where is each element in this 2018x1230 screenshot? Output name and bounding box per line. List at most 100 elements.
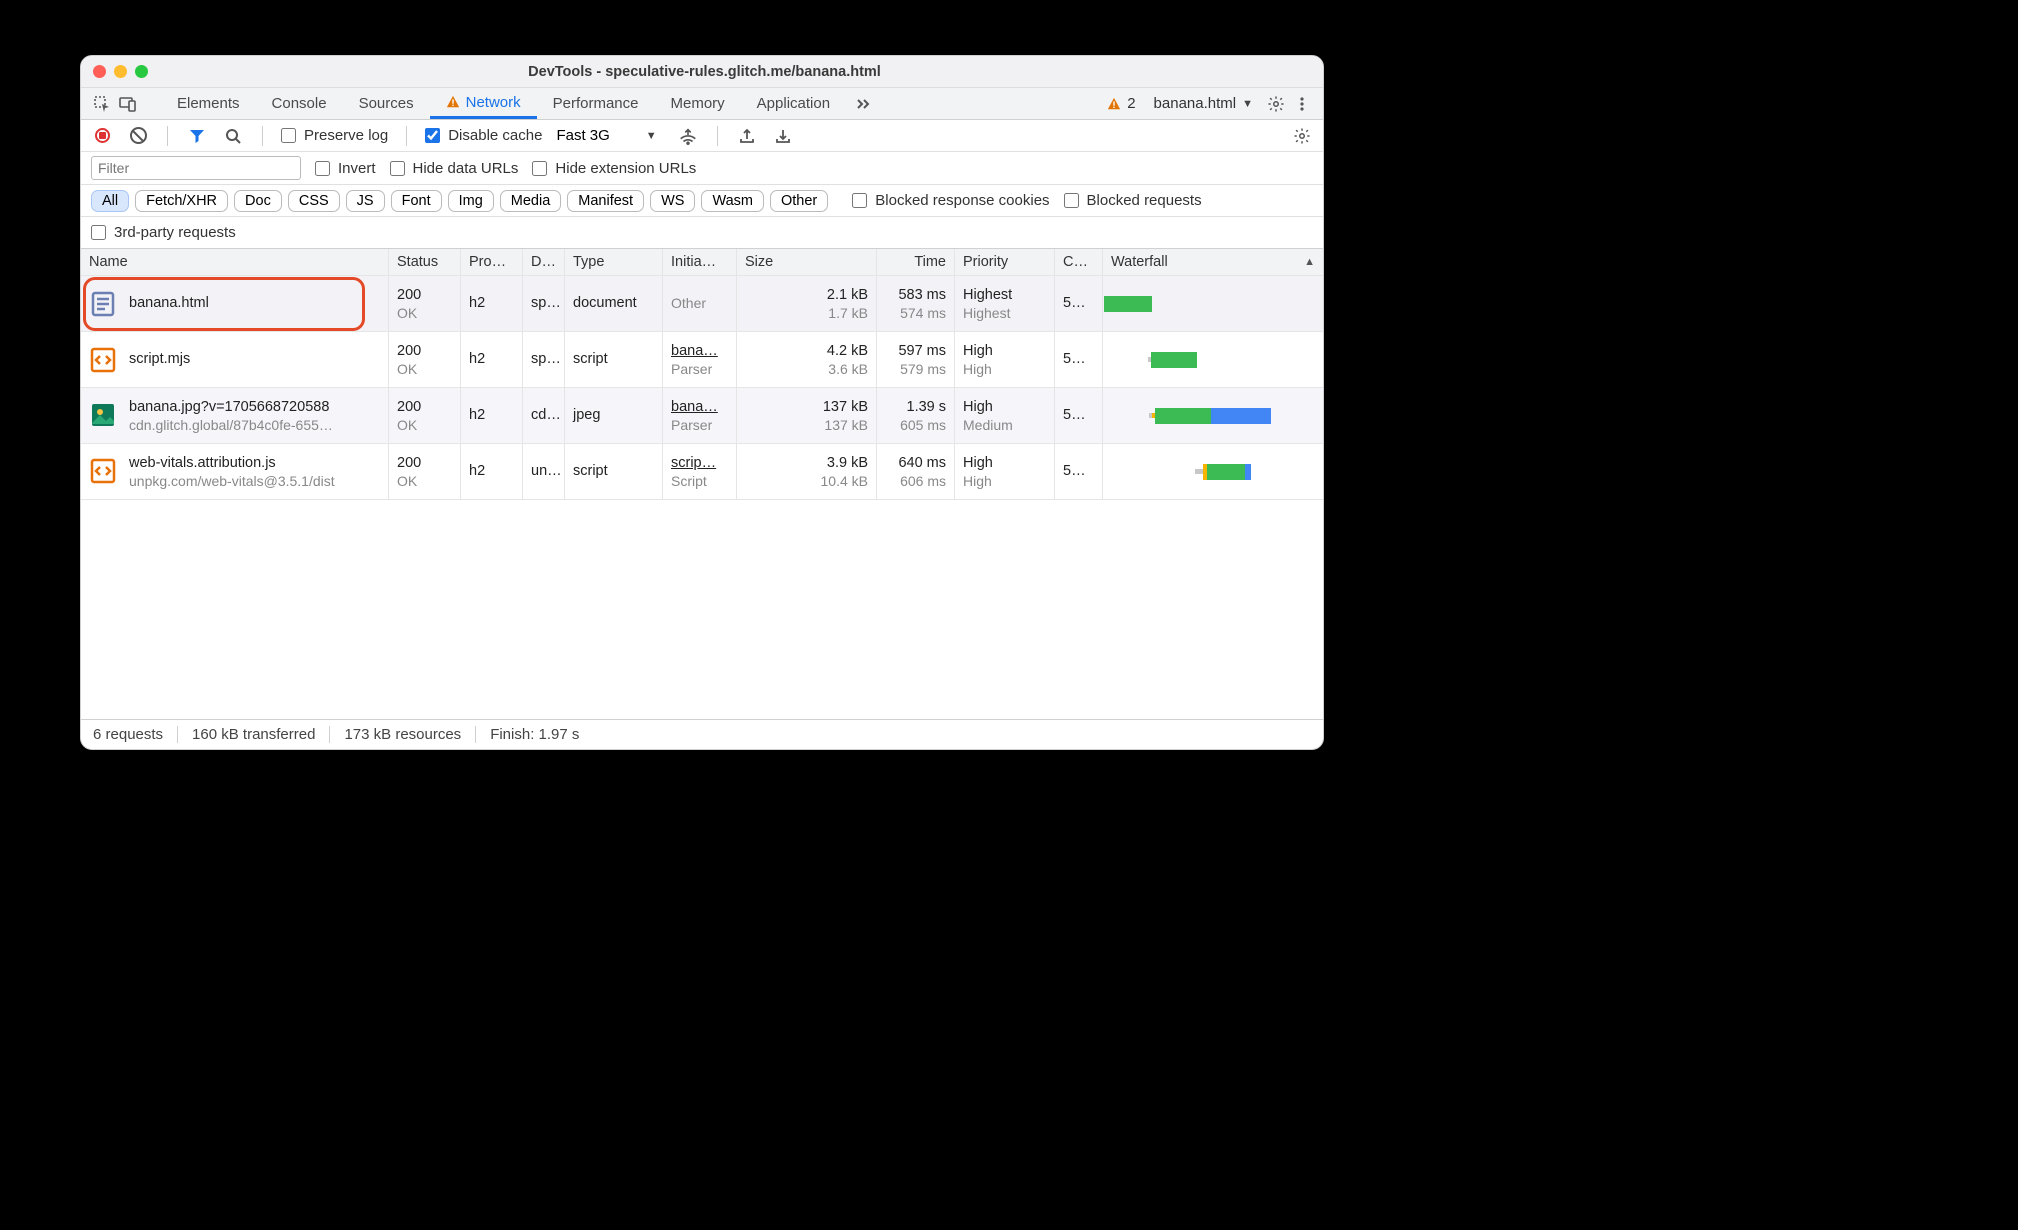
search-icon[interactable] [222, 125, 244, 147]
requests-grid: Name Status Pro… D… Type Initia… Size Ti… [81, 249, 1323, 719]
tab-console[interactable]: Console [256, 88, 343, 119]
type-filter-img[interactable]: Img [448, 190, 494, 212]
status-footer: 6 requests 160 kB transferred 173 kB res… [81, 719, 1323, 749]
type-filter-fetchxhr[interactable]: Fetch/XHR [135, 190, 228, 212]
col-type[interactable]: Type [565, 249, 663, 275]
record-button[interactable] [91, 125, 113, 147]
request-name: script.mjs [129, 350, 190, 369]
titlebar: DevTools - speculative-rules.glitch.me/b… [81, 56, 1323, 88]
preserve-log-checkbox[interactable]: Preserve log [281, 127, 388, 144]
filter-toolbar: Invert Hide data URLs Hide extension URL… [81, 152, 1323, 185]
col-size[interactable]: Size [737, 249, 877, 275]
third-party-checkbox[interactable]: 3rd-party requests [91, 224, 236, 241]
zoom-window-button[interactable] [135, 65, 148, 78]
type-filter-media[interactable]: Media [500, 190, 562, 212]
hide-extension-urls-checkbox[interactable]: Hide extension URLs [532, 160, 696, 177]
devtools-window: DevTools - speculative-rules.glitch.me/b… [80, 55, 1324, 750]
col-domain[interactable]: D… [523, 249, 565, 275]
col-name[interactable]: Name [81, 249, 389, 275]
export-har-icon[interactable] [736, 125, 758, 147]
initiator-link[interactable]: bana… [671, 342, 728, 361]
chevron-down-icon: ▼ [1242, 98, 1253, 110]
type-filter-wasm[interactable]: Wasm [701, 190, 764, 212]
col-connection[interactable]: C… [1055, 249, 1103, 275]
tab-network[interactable]: Network [430, 88, 537, 119]
request-row[interactable]: script.mjs200OKh2sp…scriptbana…Parser4.2… [81, 332, 1323, 388]
request-name: banana.jpg?v=1705668720588 [129, 398, 333, 417]
footer-transferred: 160 kB transferred [178, 726, 330, 743]
initiator-link[interactable]: scrip… [671, 454, 728, 473]
settings-gear-icon[interactable] [1265, 93, 1287, 115]
initiator-link[interactable]: bana… [671, 398, 728, 417]
device-toolbar-icon[interactable] [117, 93, 139, 115]
waterfall-cell [1103, 444, 1323, 499]
close-window-button[interactable] [93, 65, 106, 78]
window-controls [93, 65, 148, 78]
footer-finish: Finish: 1.97 s [476, 726, 593, 743]
footer-requests: 6 requests [93, 726, 178, 743]
tab-memory[interactable]: Memory [655, 88, 741, 119]
type-filter-doc[interactable]: Doc [234, 190, 282, 212]
blocked-requests-checkbox[interactable]: Blocked requests [1064, 192, 1202, 209]
type-filter-manifest[interactable]: Manifest [567, 190, 644, 212]
hide-data-urls-checkbox[interactable]: Hide data URLs [390, 160, 519, 177]
throttling-selector[interactable]: Fast 3G▼ [556, 127, 662, 144]
request-row[interactable]: banana.jpg?v=1705668720588cdn.glitch.glo… [81, 388, 1323, 444]
disable-cache-checkbox[interactable]: Disable cache [425, 127, 542, 144]
target-context-selector[interactable]: banana.html▼ [1154, 95, 1253, 112]
file-type-icon [89, 401, 117, 429]
grid-header: Name Status Pro… D… Type Initia… Size Ti… [81, 249, 1323, 276]
file-type-icon [89, 346, 117, 374]
tab-application[interactable]: Application [741, 88, 846, 119]
filter-input[interactable] [91, 156, 301, 180]
import-har-icon[interactable] [772, 125, 794, 147]
filter-funnel-icon[interactable] [186, 125, 208, 147]
request-name: banana.html [129, 294, 209, 313]
grid-body: banana.html200OKh2sp…documentOther2.1 kB… [81, 276, 1323, 500]
chevron-down-icon: ▼ [646, 130, 657, 142]
invert-checkbox[interactable]: Invert [315, 160, 376, 177]
footer-resources: 173 kB resources [330, 726, 476, 743]
request-row[interactable]: banana.html200OKh2sp…documentOther2.1 kB… [81, 276, 1323, 332]
col-time[interactable]: Time [877, 249, 955, 275]
network-conditions-icon[interactable] [677, 125, 699, 147]
col-initiator[interactable]: Initia… [663, 249, 737, 275]
file-type-icon [89, 290, 117, 318]
warning-icon [1107, 97, 1121, 111]
type-filter-all[interactable]: All [91, 190, 129, 212]
col-priority[interactable]: Priority [955, 249, 1055, 275]
col-waterfall[interactable]: Waterfall▲ [1103, 249, 1323, 275]
file-type-icon [89, 457, 117, 485]
type-filter-row: All Fetch/XHR Doc CSS JS Font Img MediaManifest… [81, 185, 1323, 217]
col-protocol[interactable]: Pro… [461, 249, 523, 275]
window-title: DevTools - speculative-rules.glitch.me/b… [148, 64, 1261, 80]
blocked-response-cookies-checkbox[interactable]: Blocked response cookies [852, 192, 1049, 209]
type-filter-css[interactable]: CSS [288, 190, 340, 212]
more-options-kebab-icon[interactable] [1291, 93, 1313, 115]
col-status[interactable]: Status [389, 249, 461, 275]
minimize-window-button[interactable] [114, 65, 127, 78]
request-row[interactable]: web-vitals.attribution.jsunpkg.com/web-v… [81, 444, 1323, 500]
type-filter-ws[interactable]: WS [650, 190, 695, 212]
issue-counter[interactable]: 2 [1107, 95, 1135, 112]
waterfall-cell [1103, 388, 1323, 443]
type-filter-other[interactable]: Other [770, 190, 828, 212]
type-filter-font[interactable]: Font [391, 190, 442, 212]
waterfall-cell [1103, 276, 1323, 331]
tab-performance[interactable]: Performance [537, 88, 655, 119]
chevron-right-double-icon [854, 95, 872, 113]
tab-elements[interactable]: Elements [161, 88, 256, 119]
network-settings-gear-icon[interactable] [1291, 125, 1313, 147]
network-toolbar: Preserve log Disable cache Fast 3G▼ [81, 120, 1323, 152]
third-party-row: 3rd-party requests [81, 217, 1323, 249]
inspect-element-icon[interactable] [91, 93, 113, 115]
request-name: web-vitals.attribution.js [129, 454, 335, 473]
waterfall-cell [1103, 332, 1323, 387]
tab-sources[interactable]: Sources [343, 88, 430, 119]
clear-button[interactable] [127, 125, 149, 147]
type-filter-js[interactable]: JS [346, 190, 385, 212]
sort-caret-icon: ▲ [1304, 256, 1315, 268]
main-tabs-row: Elements Console Sources Network Perform… [81, 88, 1323, 120]
more-tabs-button[interactable] [846, 88, 880, 119]
warning-icon [446, 95, 460, 109]
